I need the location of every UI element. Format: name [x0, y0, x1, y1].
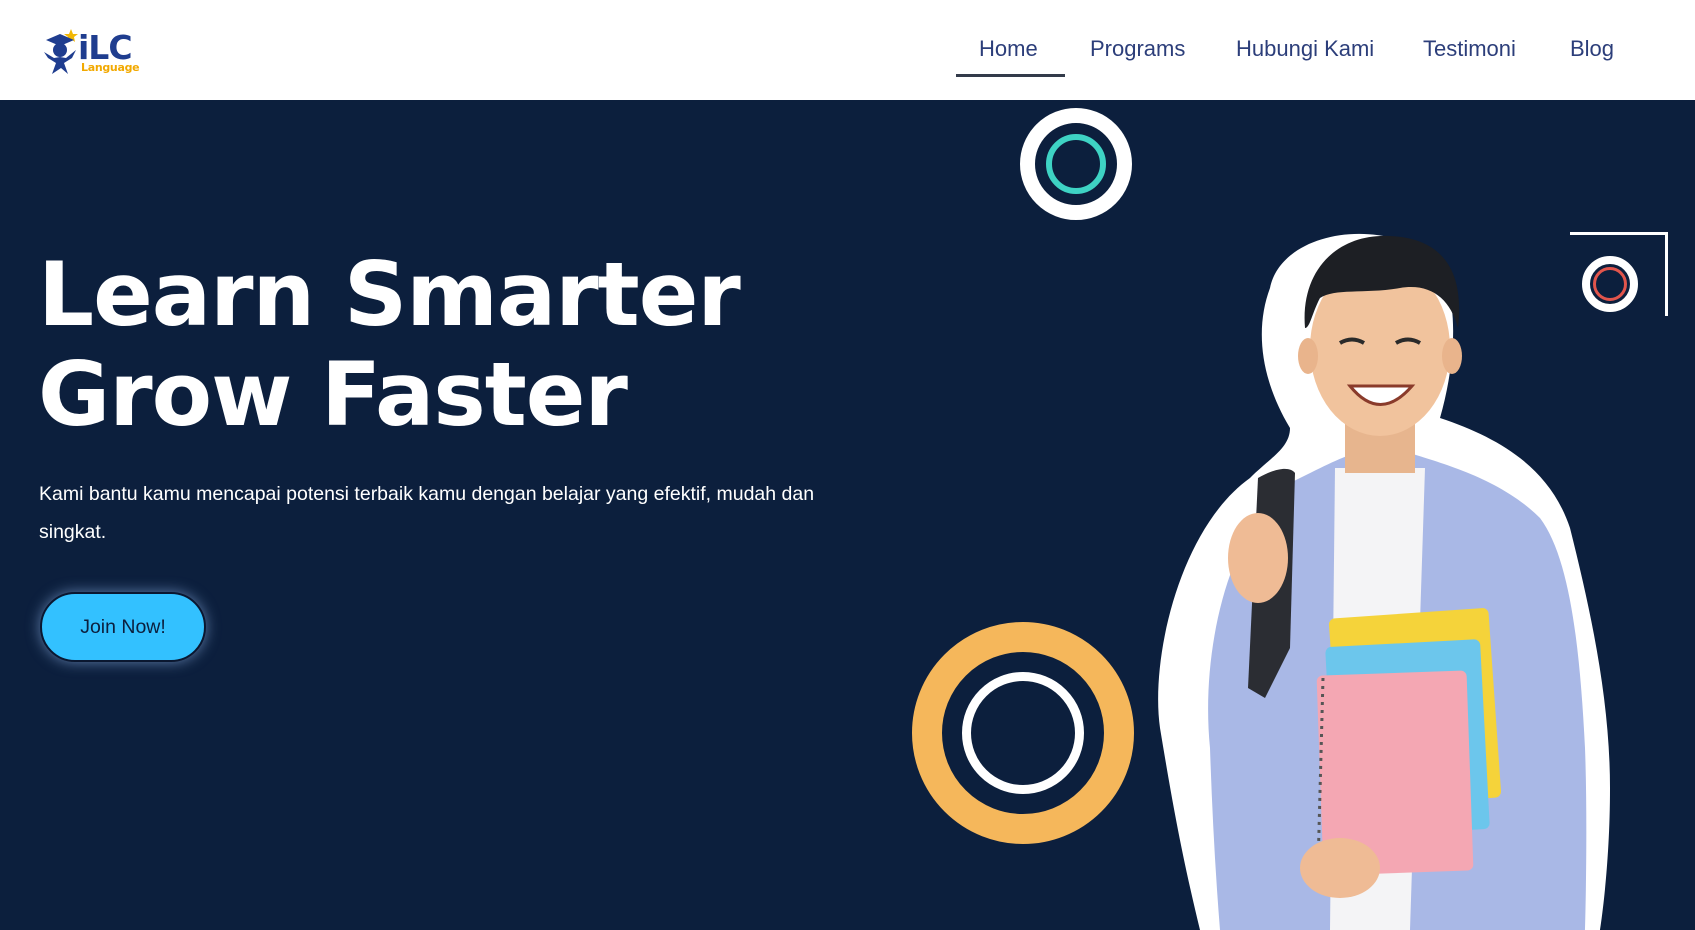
nav-active-indicator: [956, 74, 1065, 77]
nav-home[interactable]: Home: [979, 36, 1038, 62]
logo-subtitle: Language: [81, 61, 140, 74]
graduate-star-icon: [44, 29, 78, 74]
nav-hubungi-kami[interactable]: Hubungi Kami: [1236, 36, 1374, 62]
join-now-button[interactable]: Join Now!: [40, 592, 206, 662]
hero-subtitle: Kami bantu kamu mencapai potensi terbaik…: [39, 483, 815, 543]
decorative-ring-large-inner: [962, 672, 1084, 794]
site-header: iLC Language Home Programs Hubungi Kami …: [0, 0, 1695, 100]
nav-blog[interactable]: Blog: [1570, 36, 1614, 62]
hero-title-line-1: Learn Smarter: [38, 243, 741, 346]
nav-testimoni[interactable]: Testimoni: [1423, 36, 1516, 62]
nav-programs[interactable]: Programs: [1090, 36, 1185, 62]
brand-logo[interactable]: iLC Language: [40, 26, 140, 78]
student-photo: [1158, 233, 1610, 930]
hero-title-line-2: Grow Faster: [38, 343, 628, 446]
decorative-ring-top-inner: [1046, 134, 1106, 194]
hero-title: Learn Smarter Grow Faster: [38, 243, 741, 446]
